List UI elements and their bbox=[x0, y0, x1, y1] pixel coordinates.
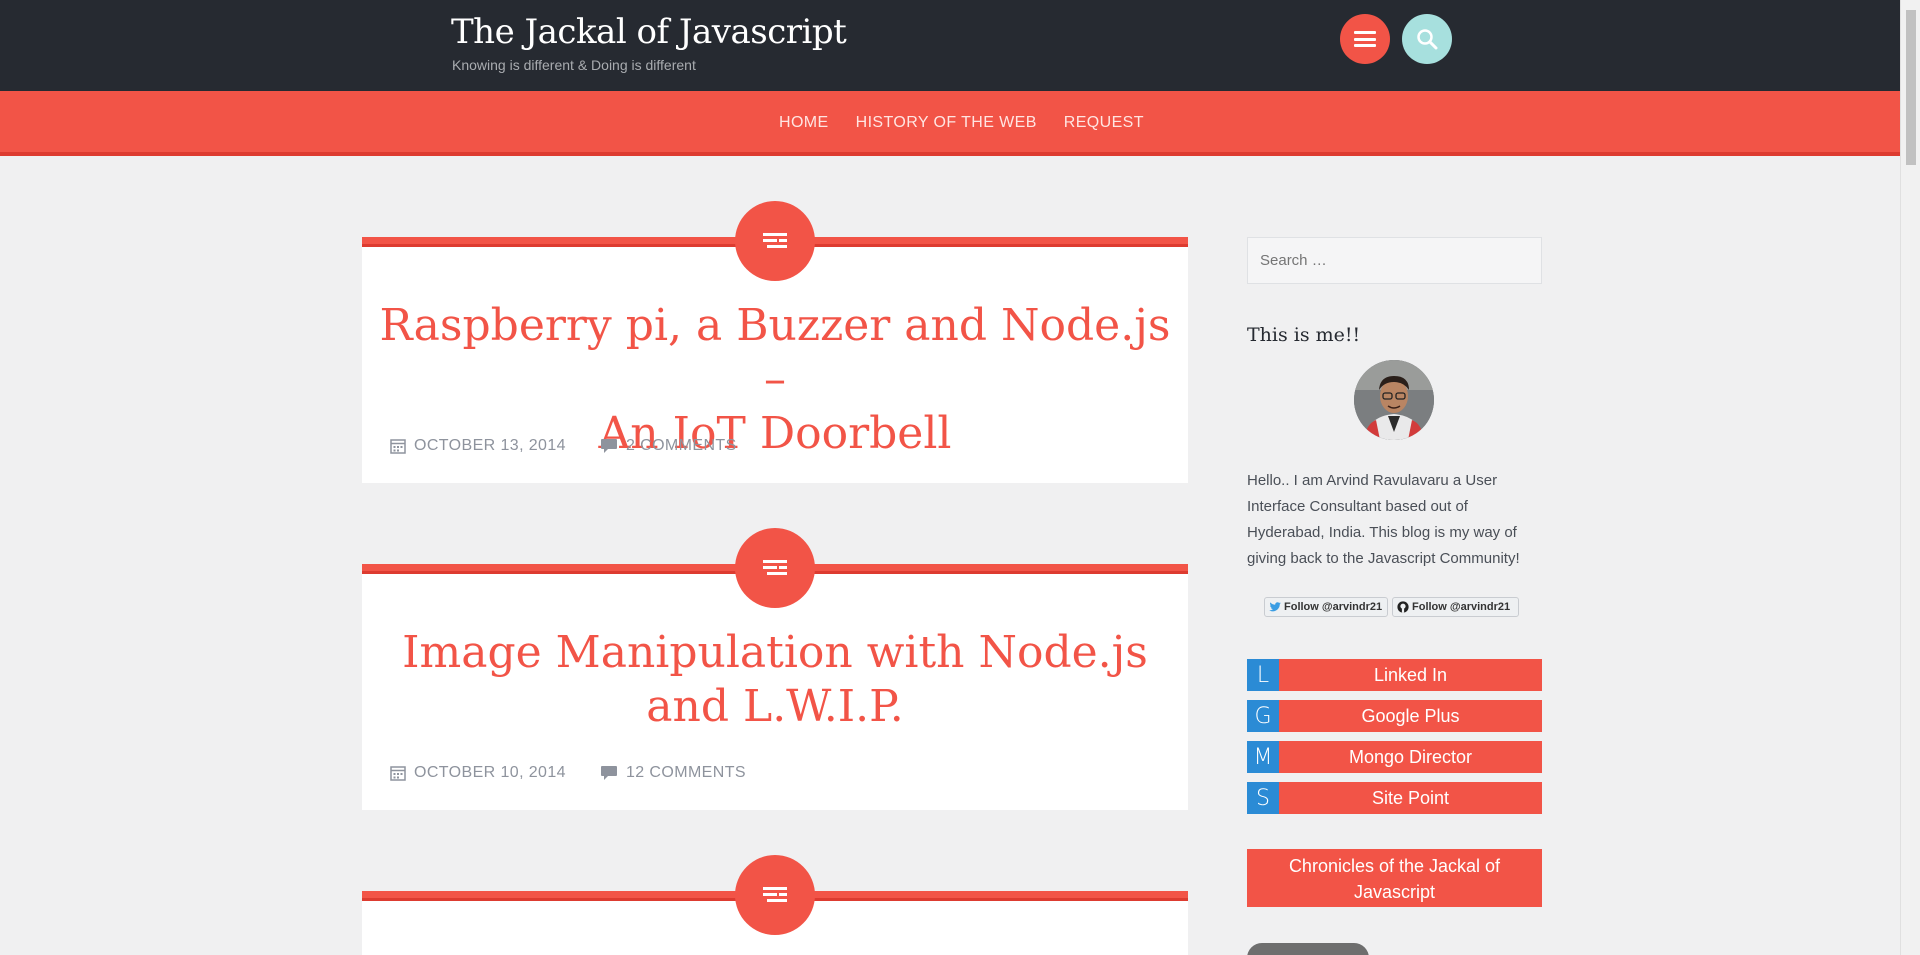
chronicles-button[interactable]: Chronicles of the Jackal of Javascript bbox=[1247, 849, 1542, 907]
scrollbar-thumb[interactable] bbox=[1906, 10, 1916, 165]
nav-item-request[interactable]: REQUEST bbox=[1064, 114, 1144, 132]
post-title-line[interactable]: Image Manipulation with Node.js bbox=[362, 626, 1188, 680]
twitter-icon bbox=[1269, 602, 1281, 612]
bio-text: Hello.. I am Arvind Ravulavaru a User In… bbox=[1247, 472, 1520, 567]
post-format-badge bbox=[735, 528, 815, 608]
post-meta: OCTOBER 13, 2014 2 COMMENTS bbox=[390, 437, 737, 455]
post-title-line[interactable]: Raspberry pi, a Buzzer and Node.js – bbox=[362, 299, 1188, 407]
menu-button[interactable] bbox=[1340, 14, 1390, 64]
main-navigation: HOME HISTORY OF THE WEB REQUEST bbox=[0, 91, 1900, 156]
post-format-badge bbox=[735, 201, 815, 281]
comment-icon bbox=[600, 765, 618, 781]
text-format-icon bbox=[763, 887, 787, 902]
post-date[interactable]: OCTOBER 13, 2014 bbox=[414, 437, 566, 455]
hamburger-icon bbox=[1354, 31, 1376, 47]
post-title[interactable]: Image Manipulation with Node.js and L.W.… bbox=[362, 626, 1188, 734]
about-widget-title: This is me!! bbox=[1247, 324, 1361, 346]
link-letter-badge: G bbox=[1247, 700, 1279, 732]
avatar bbox=[1354, 360, 1434, 440]
comment-icon bbox=[600, 438, 618, 454]
linkedin-link-button[interactable]: L Linked In bbox=[1247, 659, 1542, 691]
chronicles-label-line: Javascript bbox=[1353, 882, 1436, 902]
link-letter-badge: S bbox=[1247, 782, 1279, 814]
twitter-follow-button[interactable]: Follow @arvindr21 bbox=[1264, 597, 1388, 617]
post-comments-link[interactable]: 2 COMMENTS bbox=[626, 437, 737, 455]
link-label: Linked In bbox=[1373, 665, 1448, 685]
site-point-link-button[interactable]: S Site Point bbox=[1247, 782, 1542, 814]
google-plus-link-button[interactable]: G Google Plus bbox=[1247, 700, 1542, 732]
github-follow-label: Follow @arvindr21 bbox=[1412, 601, 1511, 613]
post-date[interactable]: OCTOBER 10, 2014 bbox=[414, 764, 566, 782]
calendar-icon bbox=[390, 765, 406, 781]
chronicles-label-line: Chronicles of the Jackal of bbox=[1288, 856, 1501, 876]
site-description: Knowing is different & Doing is differen… bbox=[452, 57, 696, 73]
link-label: Mongo Director bbox=[1348, 747, 1473, 767]
link-label: Google Plus bbox=[1361, 706, 1460, 726]
partial-widget-button[interactable] bbox=[1247, 943, 1369, 955]
text-format-icon bbox=[763, 560, 787, 575]
post-card: Image Manipulation with Node.js and L.W.… bbox=[362, 574, 1188, 810]
twitter-follow-label: Follow @arvindr21 bbox=[1284, 601, 1383, 613]
github-icon bbox=[1397, 601, 1409, 613]
post-meta: OCTOBER 10, 2014 12 COMMENTS bbox=[390, 764, 746, 782]
page-scrollbar[interactable] bbox=[1900, 0, 1920, 955]
post-comments-link[interactable]: 12 COMMENTS bbox=[626, 764, 746, 782]
text-format-icon bbox=[763, 233, 787, 248]
site-header: The Jackal of Javascript Knowing is diff… bbox=[0, 0, 1900, 91]
site-title[interactable]: The Jackal of Javascript bbox=[451, 12, 847, 52]
calendar-icon bbox=[390, 438, 406, 454]
post-title-line[interactable]: and L.W.I.P. bbox=[362, 680, 1188, 734]
sidebar-search-input[interactable] bbox=[1247, 237, 1542, 284]
nav-item-home[interactable]: HOME bbox=[779, 114, 829, 132]
github-follow-button[interactable]: Follow @arvindr21 bbox=[1392, 597, 1519, 617]
nav-item-history-of-the-web[interactable]: HISTORY OF THE WEB bbox=[856, 114, 1037, 132]
search-toggle-button[interactable] bbox=[1402, 14, 1452, 64]
post-card: Raspberry pi, a Buzzer and Node.js – An … bbox=[362, 247, 1188, 483]
mongo-director-link-button[interactable]: M Mongo Director bbox=[1247, 741, 1542, 773]
search-icon bbox=[1417, 29, 1438, 50]
link-letter-badge: L bbox=[1247, 659, 1279, 691]
link-label: Site Point bbox=[1371, 788, 1450, 808]
post-format-badge bbox=[735, 855, 815, 935]
link-letter-badge: M bbox=[1247, 741, 1279, 773]
